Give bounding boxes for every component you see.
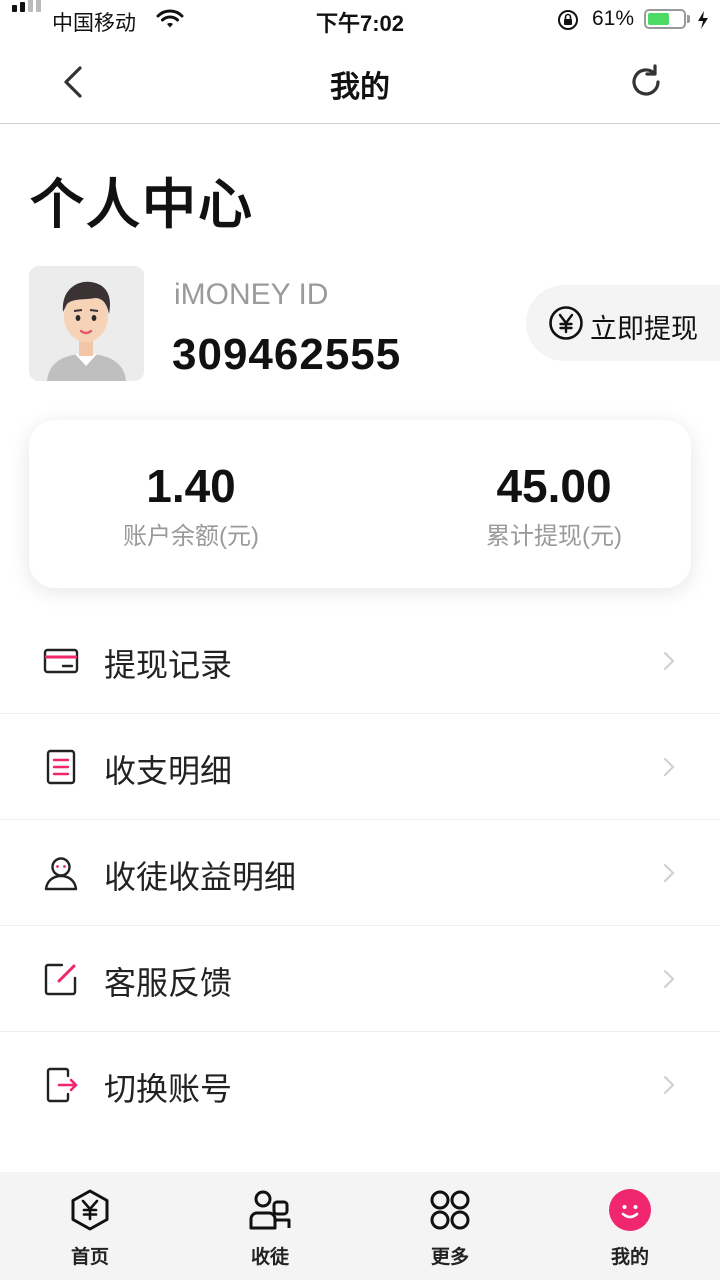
tab-label: 更多 (430, 1247, 469, 1268)
balance-label: 账户余额(元) (123, 523, 259, 550)
tab-more[interactable]: 更多 (360, 1172, 540, 1280)
battery-icon (644, 9, 686, 29)
nav-title: 我的 (330, 71, 390, 104)
card-icon (43, 648, 79, 674)
menu-item-apprentice-earnings[interactable]: 收徒收益明细 (0, 820, 720, 926)
chevron-right-icon (664, 652, 675, 670)
menu-item-label: 收支明细 (104, 753, 233, 789)
yen-hexagon-icon (71, 1189, 109, 1231)
total-withdrawn-label: 累计提现(元) (486, 523, 622, 550)
total-withdrawn-value: 45.00 (496, 460, 612, 512)
navigation-bar: 我的 (0, 40, 720, 124)
avatar-image (29, 266, 144, 381)
edit-icon (44, 963, 77, 996)
tab-mine[interactable]: 我的 (540, 1172, 720, 1280)
balance-value: 1.40 (146, 460, 236, 512)
tab-label: 首页 (70, 1247, 109, 1268)
user-icon (44, 857, 78, 891)
yen-circle-icon (549, 306, 583, 340)
chevron-right-icon (664, 1076, 675, 1094)
grid-icon (430, 1190, 470, 1230)
battery-percent: 61% (592, 7, 635, 30)
chevron-right-icon (664, 970, 675, 988)
account-id-label: iMONEY ID (174, 278, 329, 311)
total-withdrawn-stat[interactable]: 45.00 累计提现(元) (424, 460, 684, 551)
menu-item-switch-account[interactable]: 切换账号 (0, 1032, 720, 1137)
people-icon (249, 1190, 291, 1230)
menu-item-customer-feedback[interactable]: 客服反馈 (0, 926, 720, 1032)
menu-item-label: 收徒收益明细 (104, 859, 297, 895)
charging-icon (698, 11, 708, 29)
page-title: 个人中心 (30, 175, 254, 235)
logout-icon (46, 1067, 78, 1103)
menu-list: 提现记录 收支明细 收徒收益明细 客服反馈 切换账号 (0, 608, 720, 1137)
refresh-button[interactable] (624, 60, 668, 104)
smiley-icon (609, 1189, 651, 1231)
withdraw-button[interactable]: 立即提现 (526, 285, 720, 361)
withdraw-button-label: 立即提现 (590, 314, 698, 344)
menu-item-label: 客服反馈 (104, 965, 233, 1001)
menu-item-transactions[interactable]: 收支明细 (0, 714, 720, 820)
document-list-icon (46, 749, 76, 785)
account-id-value: 309462555 (172, 330, 402, 379)
menu-item-label: 提现记录 (104, 647, 233, 683)
menu-item-label: 切换账号 (104, 1071, 233, 1107)
balance-stat[interactable]: 1.40 账户余额(元) (61, 460, 321, 551)
tab-label: 我的 (610, 1247, 649, 1268)
tab-home[interactable]: 首页 (0, 1172, 180, 1280)
stats-card: 1.40 账户余额(元) 45.00 累计提现(元) (29, 420, 691, 588)
tab-label: 收徒 (250, 1247, 289, 1268)
tab-bar: 首页 收徒 更多 我的 (0, 1172, 720, 1280)
chevron-right-icon (664, 758, 675, 776)
rotation-lock-icon (558, 10, 578, 30)
chevron-right-icon (664, 864, 675, 882)
tab-apprentice[interactable]: 收徒 (180, 1172, 360, 1280)
avatar[interactable] (29, 266, 144, 381)
menu-item-withdraw-records[interactable]: 提现记录 (0, 608, 720, 714)
status-bar: 中国移动 下午7:02 61% (0, 0, 720, 40)
